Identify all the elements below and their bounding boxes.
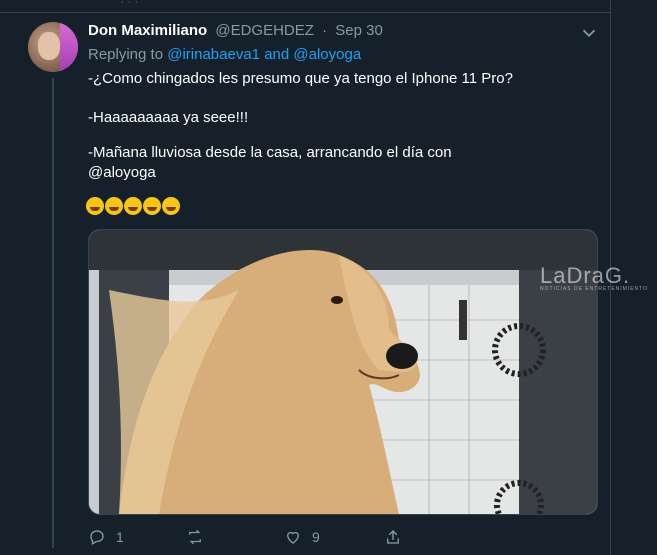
watermark: LaDraG. NOTICIAS DE ENTRETENIMIENTO: [540, 263, 648, 292]
like-count: 9: [312, 529, 320, 545]
reply-button[interactable]: 1: [88, 528, 124, 546]
tweet-line-2: -Haaaaaaaaa ya seee!!!: [88, 109, 249, 126]
avatar[interactable]: [28, 22, 78, 72]
laughing-emoji-icon: [143, 197, 161, 215]
watermark-text: LaDraG.: [540, 263, 631, 288]
tweet-mention[interactable]: @aloyoga: [88, 164, 156, 181]
reply-count: 1: [116, 529, 124, 545]
like-button[interactable]: 9: [284, 528, 320, 546]
emoji-row: [86, 197, 180, 215]
replying-to-label: Replying to: [88, 46, 164, 63]
tweet-media-image[interactable]: [88, 229, 598, 515]
author-name[interactable]: Don Maximiliano: [88, 22, 207, 39]
retweet-icon: [189, 529, 201, 545]
laughing-emoji-icon: [162, 197, 180, 215]
author-handle[interactable]: @EDGEHDEZ: [215, 22, 314, 39]
share-icon: [387, 530, 399, 544]
replying-to: Replying to @irinabaeva1 and @aloyoga: [88, 46, 361, 63]
watermark-subtitle: NOTICIAS DE ENTRETENIMIENTO: [540, 286, 649, 292]
reply-icon: [90, 530, 104, 545]
meta-separator: ·: [322, 22, 328, 39]
laughing-emoji-icon: [124, 197, 142, 215]
reply-mention-2[interactable]: @aloyoga: [293, 46, 361, 63]
heart-icon: [287, 531, 299, 544]
tweet-line-3: -Mañana lluviosa desde la casa, arrancan…: [88, 144, 452, 161]
tweet-header: Don Maximiliano @EDGEHDEZ · Sep 30: [88, 22, 383, 39]
share-button[interactable]: [384, 528, 402, 546]
chevron-down-icon[interactable]: [578, 22, 600, 44]
laughing-emoji-icon: [105, 197, 123, 215]
reply-mention-1[interactable]: @irinabaeva1: [167, 46, 260, 63]
previous-tweet-fragment: · · ·: [120, 0, 139, 8]
tweet-line-1: -¿Como chingados les presumo que ya teng…: [88, 70, 513, 87]
laughing-emoji-icon: [86, 197, 104, 215]
thread-line: [52, 78, 54, 548]
retweet-button[interactable]: [186, 528, 214, 546]
tweet-actions: 1 9: [88, 528, 418, 550]
previous-tweet-edge: · · ·: [0, 0, 610, 13]
avatar-face: [38, 32, 60, 60]
dog-photo: [89, 230, 597, 514]
reply-and: and: [264, 46, 290, 63]
avatar-overlay: [60, 22, 78, 72]
tweet-date[interactable]: Sep 30: [335, 22, 383, 39]
